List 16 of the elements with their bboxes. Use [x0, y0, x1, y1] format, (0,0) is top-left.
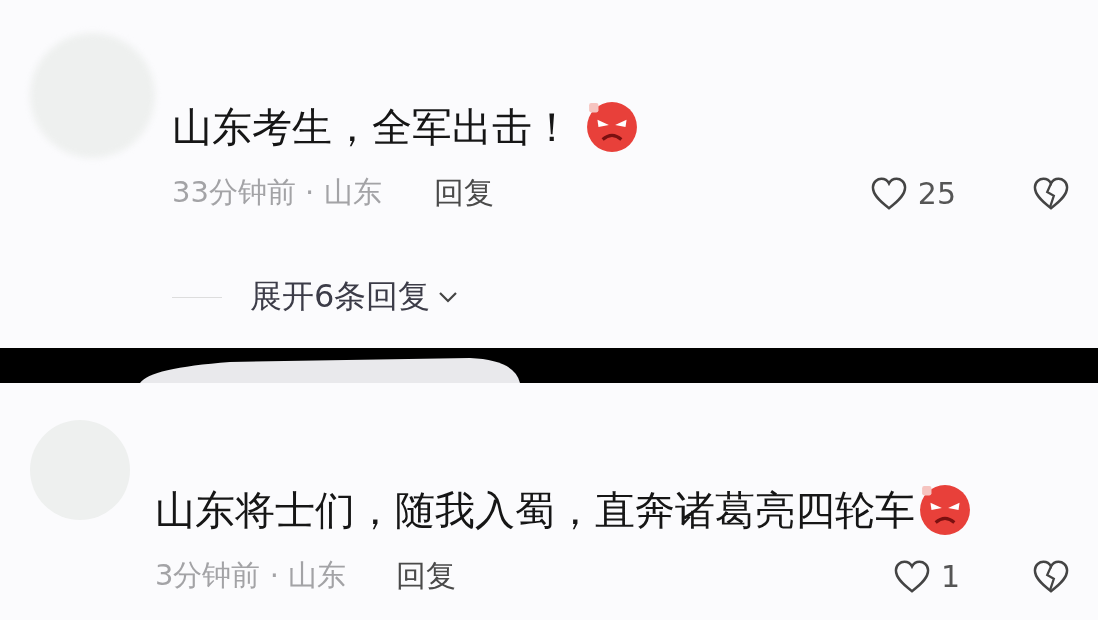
- angry-emoji-icon: [919, 484, 971, 536]
- expand-replies-link[interactable]: 展开6条回复: [250, 275, 431, 319]
- chevron-down-icon[interactable]: [438, 291, 459, 303]
- heart-icon[interactable]: [892, 558, 931, 594]
- reply-link[interactable]: 回复: [433, 172, 494, 214]
- angry-emoji-icon: [586, 101, 638, 153]
- like-count: 25: [917, 175, 956, 211]
- comment-meta: 3分钟前 · 山东: [155, 557, 347, 594]
- comment-text: 山东将士们，随我入蜀，直奔诸葛亮四轮车: [155, 487, 915, 533]
- comment-meta: 33分钟前 · 山东: [172, 174, 382, 211]
- broken-heart-icon[interactable]: [1032, 175, 1070, 211]
- heart-icon[interactable]: [869, 175, 908, 211]
- like-count: 1: [940, 558, 960, 594]
- reply-link[interactable]: 回复: [396, 555, 457, 597]
- comment-text: 山东考生，全军出击！: [172, 104, 572, 150]
- broken-heart-icon[interactable]: [1032, 558, 1070, 594]
